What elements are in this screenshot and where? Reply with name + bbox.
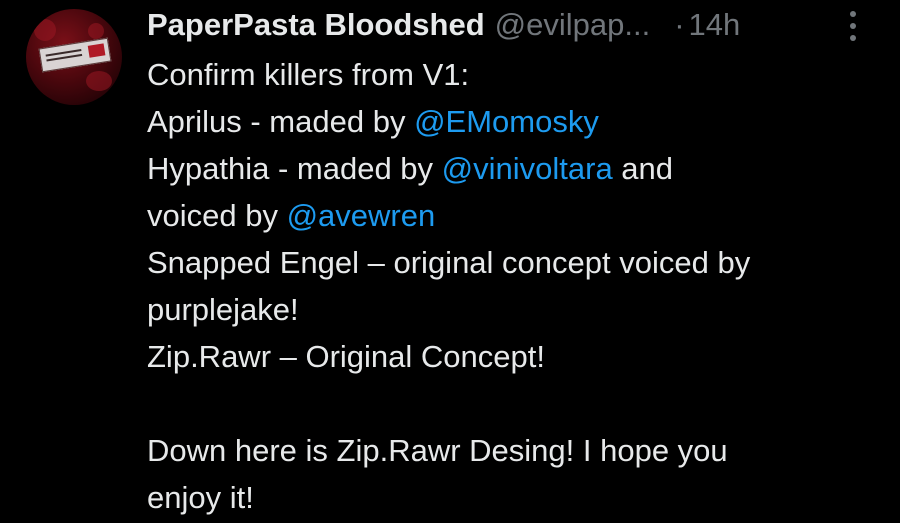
text-segment: Snapped Engel – original concept voiced …: [147, 245, 751, 280]
more-dot: [850, 35, 856, 41]
text-segment: Down here is Zip.Rawr Desing! I hope you: [147, 433, 728, 468]
text-segment: enjoy it!: [147, 480, 254, 515]
mention-link[interactable]: @vinivoltara: [442, 151, 613, 186]
mention-link[interactable]: @avewren: [287, 198, 436, 233]
text-segment: Zip.Rawr – Original Concept!: [147, 339, 545, 374]
avatar[interactable]: [26, 9, 122, 105]
display-name[interactable]: PaperPasta Bloodshed: [147, 7, 485, 43]
text-line: Confirm killers from V1:: [147, 51, 882, 98]
text-segment: Confirm killers from V1:: [147, 57, 470, 92]
text-line: enjoy it!: [147, 474, 882, 521]
text-segment: Hypathia - maded by: [147, 151, 442, 186]
text-line: Hypathia - maded by @vinivoltara and: [147, 145, 882, 192]
avatar-blot: [88, 23, 104, 39]
separator-dot: ·: [674, 7, 685, 42]
user-handle[interactable]: @evilpap...: [495, 7, 651, 43]
tweet-text: Confirm killers from V1: Aprilus - maded…: [147, 51, 882, 521]
more-dot: [850, 23, 856, 29]
text-line: Snapped Engel – original concept voiced …: [147, 239, 882, 286]
text-segment: and: [612, 151, 674, 186]
avatar-blot: [86, 71, 112, 91]
text-line: Down here is Zip.Rawr Desing! I hope you: [147, 427, 882, 474]
text-segment: voiced by: [147, 198, 287, 233]
more-dot: [850, 11, 856, 17]
tweet: PaperPasta Bloodshed @evilpap... · 14h C…: [0, 0, 900, 523]
text-line: Zip.Rawr – Original Concept!: [147, 333, 882, 380]
avatar-logo: [38, 37, 112, 73]
text-segment: purplejake!: [147, 292, 299, 327]
mention-link[interactable]: @EMomosky: [414, 104, 599, 139]
timestamp[interactable]: 14h: [689, 7, 741, 43]
text-segment: Aprilus - maded by: [147, 104, 415, 139]
text-line: purplejake!: [147, 286, 882, 333]
tweet-header: PaperPasta Bloodshed @evilpap... · 14h: [147, 3, 870, 47]
text-line: voiced by @avewren: [147, 192, 882, 239]
paragraph-break: [147, 380, 882, 427]
more-vertical-icon[interactable]: [846, 11, 860, 41]
text-line: Aprilus - maded by @EMomosky: [147, 98, 882, 145]
avatar-blot: [34, 19, 56, 41]
